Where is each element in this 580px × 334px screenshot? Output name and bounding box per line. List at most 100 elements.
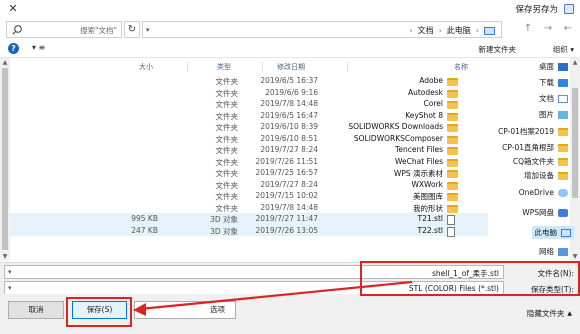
- chevron-down-icon[interactable]: ▾: [8, 284, 12, 292]
- column-header-type[interactable]: 类型: [217, 62, 231, 72]
- file-type: 文件夹: [215, 134, 239, 144]
- sidebar-item[interactable]: 桌面: [539, 61, 568, 72]
- modified-date: 2019/6/10 8:51: [260, 133, 318, 143]
- file-name: SOLIDWORKS Downloads: [348, 122, 443, 131]
- modified-date: 2019/7/8 14:48: [260, 202, 318, 212]
- desktop-icon: [558, 62, 568, 71]
- folder-icon: [558, 143, 568, 152]
- chevron-down-icon[interactable]: ▾: [8, 268, 12, 276]
- sidebar-item[interactable]: 此电脑: [531, 226, 574, 239]
- modified-date: 2019/6/6 9:16: [265, 87, 318, 97]
- sidebar-item-label: WPS网盘: [522, 208, 554, 217]
- folder-icon: [447, 112, 458, 121]
- scroll-up-icon[interactable]: ▲: [0, 58, 10, 67]
- column-header-size[interactable]: 大小: [139, 62, 153, 72]
- file-row[interactable]: T21.stl 2019/7/27 11:47 3D 对象 995 KB: [10, 213, 488, 225]
- folder-row[interactable]: KeyShot 8 2019/6/5 16:47 文件夹: [10, 110, 488, 122]
- folder-icon: [447, 123, 458, 132]
- column-header-date[interactable]: 修改日期: [277, 62, 305, 72]
- annotation-box-save: [66, 297, 132, 327]
- file-name: T21.stl: [417, 214, 443, 223]
- sidebar-item[interactable]: 图片: [539, 109, 568, 120]
- sidebar-item[interactable]: 下载: [539, 77, 568, 88]
- folder-row[interactable]: 我的形状 2019/7/8 14:48 文件夹: [10, 202, 488, 214]
- sidebar-item-label: OneDrive: [518, 188, 554, 197]
- folder-row[interactable]: Tencent Files 2019/7/27 8:24 文件夹: [10, 144, 488, 156]
- app-icon: [564, 4, 574, 14]
- column-divider[interactable]: [347, 62, 348, 72]
- breadcrumb-item-documents[interactable]: 文档: [418, 25, 434, 36]
- breadcrumb-item-this-pc[interactable]: 此电脑: [447, 25, 471, 36]
- file-type: 文件夹: [215, 146, 239, 155]
- options-button[interactable]: ▾ 选项: [134, 301, 236, 319]
- sidebar-item[interactable]: 文档: [539, 93, 568, 104]
- scrollbar-thumb[interactable]: [572, 88, 578, 198]
- file-size: 247 KB: [131, 225, 158, 235]
- folder-row[interactable]: WPS 演示素材 2019/7/25 16:57 文件夹: [10, 167, 488, 179]
- sidebar-item-label: CP-01档案2019: [498, 127, 554, 136]
- back-button[interactable]: ←: [562, 23, 574, 35]
- cloud-icon: [558, 188, 568, 197]
- folder-icon: [447, 181, 458, 190]
- column-divider[interactable]: [262, 62, 263, 72]
- folder-icon: [447, 192, 458, 201]
- file-type: 3D 对象: [210, 215, 238, 224]
- folder-row[interactable]: Corel 2019/7/8 14:48 文件夹: [10, 98, 488, 110]
- forward-button[interactable]: →: [542, 23, 554, 35]
- new-folder-button[interactable]: 新建文件夹: [479, 44, 517, 55]
- scroll-down-icon[interactable]: ▼: [570, 252, 580, 261]
- close-button[interactable]: ✕: [2, 1, 24, 17]
- sidebar-item[interactable]: CP-01档案2019: [498, 126, 568, 137]
- sidebar-item[interactable]: WPS网盘: [522, 207, 568, 218]
- file-type: 文件夹: [215, 203, 239, 213]
- scroll-down-icon[interactable]: ▼: [0, 252, 10, 261]
- breadcrumb-separator: ›: [438, 26, 442, 35]
- modified-date: 2019/6/5 16:37: [260, 76, 318, 85]
- folder-row[interactable]: WXWork 2019/7/27 8:24 文件夹: [10, 179, 488, 191]
- sidebar-item-label: 网络: [539, 247, 554, 256]
- sidebar-item[interactable]: OneDrive: [519, 188, 568, 197]
- help-icon[interactable]: ?: [8, 43, 19, 54]
- file-list-scrollbar[interactable]: ▲ ▼: [0, 58, 10, 261]
- annotation-box-filename: [360, 261, 580, 296]
- view-options-button[interactable]: ▾ ≡: [32, 43, 45, 52]
- toolbar: ? ▾ ≡ 组织 ▾ 新建文件夹: [0, 41, 580, 57]
- scrollbar-thumb[interactable]: [2, 68, 8, 250]
- file-type: 文件夹: [215, 169, 239, 178]
- column-divider[interactable]: [187, 62, 188, 72]
- address-dropdown-icon[interactable]: ▾: [146, 26, 150, 34]
- scroll-up-icon[interactable]: ▲: [570, 58, 580, 67]
- folder-row[interactable]: SOLIDWORKSComposer 2019/6/10 8:51 文件夹: [10, 133, 488, 145]
- chevron-down-icon: ▾: [141, 306, 145, 313]
- folder-row[interactable]: Adobe 2019/6/5 16:37 文件夹: [10, 75, 488, 87]
- folder-row[interactable]: 美图图库 2019/7/15 10:02 文件夹: [10, 190, 488, 202]
- folder-icon: [447, 204, 458, 213]
- options-label: 选项: [210, 305, 225, 314]
- folder-icon: [558, 127, 568, 136]
- search-input[interactable]: 搜索"文档": [6, 21, 122, 38]
- up-button[interactable]: ↑: [522, 23, 534, 35]
- address-bar[interactable]: ▾ › 此电脑 › 文档 ›: [142, 21, 502, 38]
- modified-date: 2019/6/10 8:39: [260, 122, 318, 131]
- folder-row[interactable]: Autodesk 2019/6/6 9:16 文件夹: [10, 87, 488, 99]
- folder-icon: [447, 77, 458, 86]
- column-header-name[interactable]: 名称: [454, 62, 468, 72]
- pictures-icon: [558, 110, 568, 119]
- file-name: 美图图库: [413, 192, 443, 201]
- folder-row[interactable]: SOLIDWORKS Downloads 2019/6/10 8:39 文件夹: [10, 121, 488, 133]
- sidebar-item[interactable]: CP-01直角根部: [502, 142, 568, 153]
- hide-folders-toggle[interactable]: ▲ 隐藏文件夹: [527, 308, 572, 319]
- file-icon: [447, 226, 458, 237]
- organize-button[interactable]: 组织 ▾: [553, 44, 574, 55]
- sidebar-item[interactable]: 网络: [539, 246, 568, 257]
- modified-date: 2019/7/26 11:51: [255, 156, 318, 166]
- refresh-button[interactable]: ↻: [124, 21, 140, 38]
- sidebar-item[interactable]: CQ箱文件夹: [513, 156, 568, 167]
- folder-row[interactable]: WeChat Files 2019/7/26 11:51 文件夹: [10, 156, 488, 168]
- sidebar-item[interactable]: 增加设备: [524, 170, 568, 181]
- main-area: ▲ ▼ 大小 类型 修改日期 名称 Adobe 2019/6/5 16:37 文件夹…: [0, 57, 580, 262]
- file-row[interactable]: T22.stl 2019/7/26 13:05 3D 对象 247 KB: [10, 224, 488, 237]
- file-type: 文件夹: [215, 100, 239, 109]
- cancel-button[interactable]: 取消: [8, 301, 64, 319]
- network-icon: [558, 247, 568, 256]
